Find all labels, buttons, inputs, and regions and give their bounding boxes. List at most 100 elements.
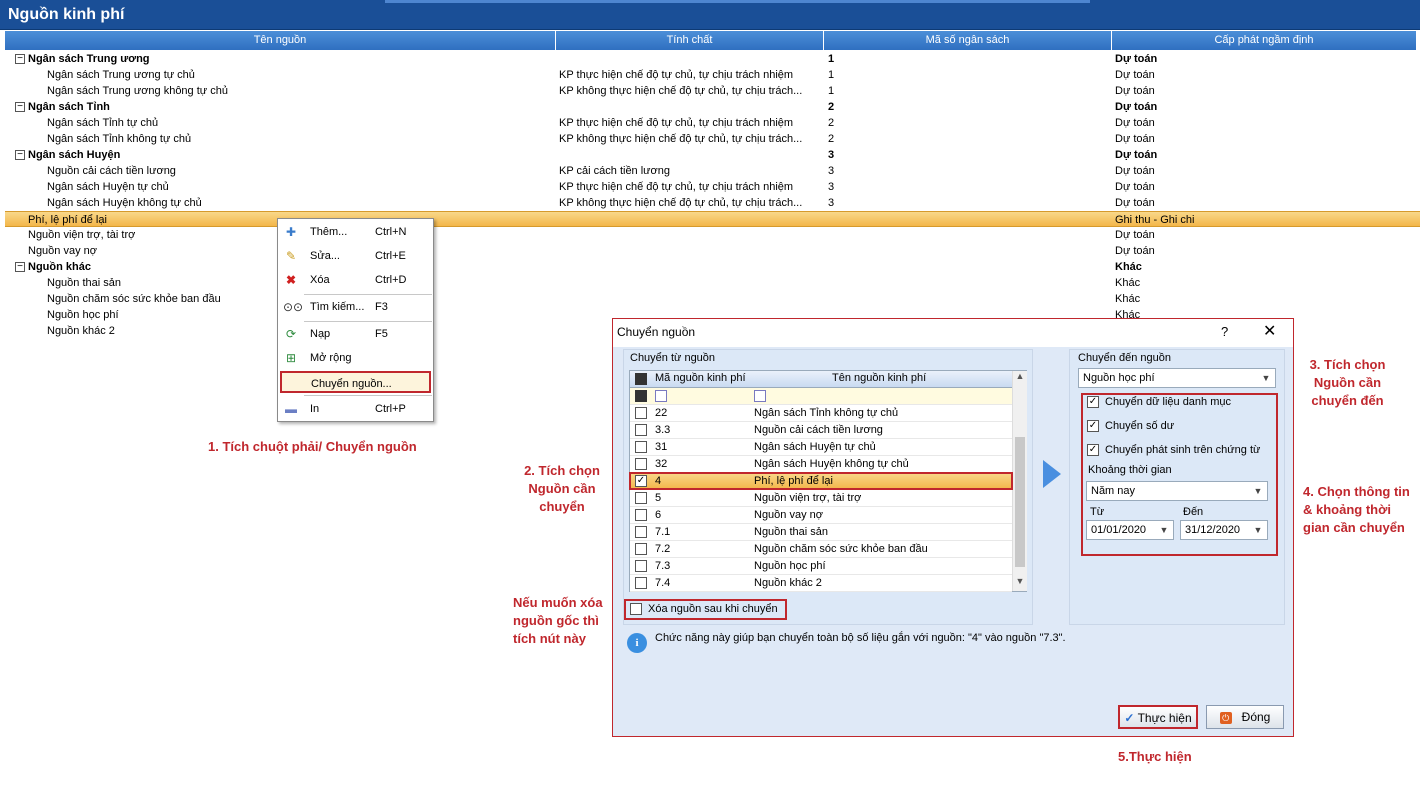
- row-checkbox[interactable]: [635, 441, 647, 453]
- menu-item-transfer-source[interactable]: Chuyển nguồn...: [280, 371, 431, 393]
- chevron-down-icon[interactable]: ▼: [1251, 483, 1265, 499]
- grid-row[interactable]: 7.1 Nguồn thai sản: [630, 524, 1012, 541]
- grid-row[interactable]: 7.4 Nguồn khác 2: [630, 575, 1012, 592]
- grid-row[interactable]: 31 Ngân sách Huyện tự chủ: [630, 439, 1012, 456]
- collapse-icon[interactable]: −: [15, 150, 25, 160]
- to-source-value: Nguồn học phí: [1083, 372, 1155, 384]
- grid-row[interactable]: 5 Nguồn viện trợ, tài trợ: [630, 490, 1012, 507]
- menu-item-edit[interactable]: ✎ Sửa... Ctrl+E: [279, 245, 433, 267]
- menu-item-delete[interactable]: ✖ Xóa Ctrl+D: [279, 269, 433, 291]
- row-checkbox[interactable]: [635, 492, 647, 504]
- tree-cell-code: 3: [828, 149, 835, 161]
- column-header-nature[interactable]: Tính chất: [556, 31, 824, 50]
- option-balance-checkbox[interactable]: ✓: [1087, 420, 1099, 432]
- close-icon[interactable]: ✕: [1263, 319, 1276, 345]
- tree-row[interactable]: − Ngân sách Tỉnh 2 Dự toán: [5, 99, 1420, 115]
- tree-row[interactable]: Ngân sách Tỉnh không tự chủ KP không thực…: [5, 131, 1420, 147]
- row-checkbox[interactable]: [635, 526, 647, 538]
- row-checkbox[interactable]: [635, 560, 647, 572]
- grid-row[interactable]: 3.3 Nguồn cải cách tiền lương: [630, 422, 1012, 439]
- info-message: Chức năng này giúp bạn chuyển toàn bộ số…: [655, 632, 1066, 644]
- tree-row[interactable]: Nguồn chăm sóc sức khỏe ban đầu Khác: [5, 291, 1420, 307]
- option-transactions-checkbox[interactable]: ✓: [1087, 444, 1099, 456]
- tree-row[interactable]: Nguồn vay nợ Dự toán: [5, 243, 1420, 259]
- tree-cell-code: 2: [828, 101, 835, 113]
- menu-shortcut: Ctrl+N: [375, 226, 407, 238]
- tree-row[interactable]: Ngân sách Huyện không tự chủ KP không thự…: [5, 195, 1420, 211]
- option-copy-catalog-checkbox[interactable]: ✓: [1087, 396, 1099, 408]
- close-button[interactable]: ⏻ Đóng: [1206, 705, 1284, 729]
- help-icon[interactable]: ?: [1221, 319, 1228, 345]
- filter-checkbox[interactable]: [635, 390, 647, 402]
- menu-item-add[interactable]: ✚ Thêm... Ctrl+N: [279, 221, 433, 243]
- tree-cell-alloc: Dự toán: [1115, 69, 1155, 81]
- row-checkbox[interactable]: [635, 458, 647, 470]
- tree-row[interactable]: − Ngân sách Huyện 3 Dự toán: [5, 147, 1420, 163]
- annotation-delete-hint: Nếu muốn xóa nguồn gốc thì tích nút này: [513, 595, 603, 646]
- menu-label: Xóa: [310, 274, 330, 286]
- chevron-down-icon[interactable]: ▼: [1251, 522, 1265, 538]
- tree-row[interactable]: Ngân sách Trung ương không tự chủ KP khôn…: [5, 83, 1420, 99]
- menu-item-print[interactable]: ▬ In Ctrl+P: [279, 398, 433, 420]
- tree-row[interactable]: − Nguồn khác Khác: [5, 259, 1420, 275]
- scrollbar-thumb[interactable]: [1015, 437, 1025, 567]
- collapse-icon[interactable]: −: [15, 262, 25, 272]
- tree-row[interactable]: Ngân sách Tỉnh tự chủ KP thực hiện chế độ…: [5, 115, 1420, 131]
- row-checkbox[interactable]: [635, 424, 647, 436]
- menu-item-expand[interactable]: ⊞ Mở rộng: [279, 347, 433, 369]
- row-checkbox[interactable]: [635, 407, 647, 419]
- period-select[interactable]: Năm nay ▼: [1086, 481, 1268, 501]
- grid-row[interactable]: 22 Ngân sách Tỉnh không tự chủ: [630, 405, 1012, 422]
- row-checkbox[interactable]: [635, 509, 647, 521]
- column-header-code[interactable]: Mã số ngân sách: [824, 31, 1112, 50]
- tree-cell-name: Ngân sách Huyện: [28, 149, 121, 161]
- select-all-checkbox[interactable]: [635, 373, 647, 385]
- grid-scrollbar[interactable]: ▲ ▼: [1012, 371, 1027, 591]
- grid-cell-name: Nguồn viện trợ, tài trợ: [754, 492, 862, 504]
- grid-row[interactable]: 7.2 Nguồn chăm sóc sức khỏe ban đầu: [630, 541, 1012, 558]
- tree-cell-code: 2: [828, 117, 835, 129]
- tree-cell-name: Nguồn viện trợ, tài trợ: [28, 229, 136, 241]
- delete-source-checkbox[interactable]: [630, 603, 642, 615]
- collapse-icon[interactable]: −: [15, 54, 25, 64]
- tree-row[interactable]: Nguồn viện trợ, tài trợ Dự toán: [5, 227, 1420, 243]
- tree-cell-nature: KP không thực hiện chế độ tự chủ, tự chị…: [559, 133, 803, 145]
- annotation-step-5: 5.Thực hiện: [1118, 749, 1192, 764]
- from-date-picker[interactable]: 01/01/2020 ▼: [1086, 520, 1174, 540]
- execute-button[interactable]: ✓ Thực hiện: [1118, 705, 1198, 729]
- scroll-up-icon[interactable]: ▲: [1015, 371, 1025, 385]
- grid-cell-code: 5: [655, 492, 662, 504]
- menu-item-reload[interactable]: ⟳ Nạp F5: [279, 323, 433, 345]
- grid-cell-name: Nguồn cải cách tiền lương: [754, 424, 883, 436]
- grid-filter-row: [630, 388, 1012, 405]
- tree-cell-alloc: Khác: [1115, 277, 1141, 289]
- scroll-down-icon[interactable]: ▼: [1015, 576, 1025, 590]
- tree-cell-alloc: Dự toán: [1115, 149, 1158, 161]
- grid-cell-code: 32: [655, 458, 668, 470]
- row-checkbox[interactable]: [635, 577, 647, 589]
- chevron-down-icon[interactable]: ▼: [1157, 522, 1171, 538]
- tree-row[interactable]: Phí, lệ phí để lại Ghi thu - Ghi chi: [5, 211, 1420, 227]
- grid-row[interactable]: 6 Nguồn vay nợ: [630, 507, 1012, 524]
- tree-cell-alloc: Dự toán: [1115, 133, 1155, 145]
- filter-name-icon[interactable]: [754, 390, 766, 402]
- tree-row[interactable]: Ngân sách Huyện tự chủ KP thực hiện chế đ…: [5, 179, 1420, 195]
- to-date-picker[interactable]: 31/12/2020 ▼: [1180, 520, 1268, 540]
- column-header-name[interactable]: Tên nguồn: [5, 31, 556, 50]
- filter-code-icon[interactable]: [655, 390, 667, 402]
- menu-item-search[interactable]: ⊙⊙ Tìm kiếm... F3: [279, 296, 433, 318]
- tree-cell-name: Phí, lệ phí để lại: [28, 214, 107, 226]
- chevron-down-icon[interactable]: ▼: [1259, 370, 1273, 386]
- delete-source-label: Xóa nguồn sau khi chuyển: [648, 603, 778, 615]
- collapse-icon[interactable]: −: [15, 102, 25, 112]
- tree-row[interactable]: Nguồn thai sản Khác: [5, 275, 1420, 291]
- grid-row[interactable]: 32 Ngân sách Huyện không tự chủ: [630, 456, 1012, 473]
- to-source-select[interactable]: Nguồn học phí ▼: [1078, 368, 1276, 388]
- tree-cell-code: 2: [828, 133, 835, 145]
- tree-row[interactable]: Nguồn cải cách tiền lương KP cải cách tiề…: [5, 163, 1420, 179]
- tree-row[interactable]: − Ngân sách Trung ương 1 Dự toán: [5, 51, 1420, 67]
- column-header-allocation[interactable]: Cấp phát ngầm định: [1112, 31, 1417, 50]
- grid-row[interactable]: 7.3 Nguồn học phí: [630, 558, 1012, 575]
- tree-row[interactable]: Ngân sách Trung ương tự chủ KP thực hiện …: [5, 67, 1420, 83]
- row-checkbox[interactable]: [635, 543, 647, 555]
